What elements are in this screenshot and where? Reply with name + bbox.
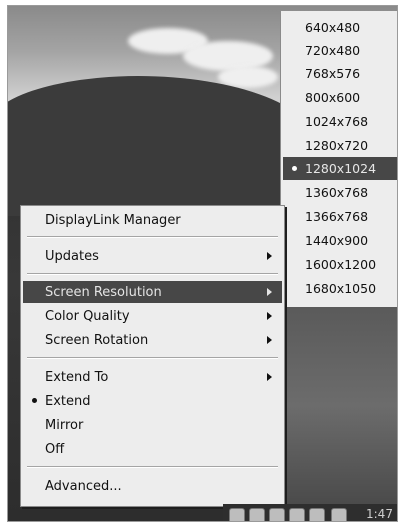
resolution-label: 1440x900 xyxy=(305,233,369,248)
menu-item-advanced[interactable]: Advanced... xyxy=(23,475,282,497)
menu-item-label: Off xyxy=(45,441,65,457)
tray-arrow-icon[interactable] xyxy=(229,508,245,521)
resolution-item[interactable]: 1680x1050 xyxy=(283,277,397,300)
menu-item-screen-resolution[interactable]: Screen Resolution xyxy=(23,281,282,303)
menu-item-label: Mirror xyxy=(45,417,84,433)
selected-bullet-icon xyxy=(292,166,297,171)
menu-item-mirror[interactable]: Mirror xyxy=(23,414,282,436)
resolution-label: 720x480 xyxy=(305,43,361,58)
submenu-arrow-icon xyxy=(267,373,272,381)
resolution-label: 1024x768 xyxy=(305,114,369,129)
system-tray: 1:47 P xyxy=(223,504,397,521)
resolution-item[interactable]: 1600x1200 xyxy=(283,253,397,276)
resolution-label: 1600x1200 xyxy=(305,257,377,272)
menu-item-displaylink-manager[interactable]: DisplayLink Manager xyxy=(23,209,282,231)
submenu-arrow-icon xyxy=(267,252,272,260)
tray-network-icon[interactable] xyxy=(249,508,265,521)
resolution-label: 1680x1050 xyxy=(305,281,377,296)
resolution-item[interactable]: 1024x768 xyxy=(283,110,397,133)
menu-item-label: Updates xyxy=(45,248,99,264)
menu-item-label: Screen Rotation xyxy=(45,332,149,348)
tray-security-icon[interactable] xyxy=(309,508,325,521)
menu-separator xyxy=(27,466,278,468)
wallpaper-ground-light xyxy=(277,306,397,506)
tray-volume-icon[interactable] xyxy=(331,508,347,521)
submenu-arrow-icon xyxy=(267,288,272,296)
taskbar-clock[interactable]: 1:47 P xyxy=(366,507,397,521)
menu-item-label: Extend xyxy=(45,393,91,409)
resolution-item[interactable]: 640x480 xyxy=(283,16,397,39)
menu-item-screen-rotation[interactable]: Screen Rotation xyxy=(23,329,282,351)
submenu-arrow-icon xyxy=(267,312,272,320)
resolution-label: 1366x768 xyxy=(305,209,369,224)
menu-separator xyxy=(27,236,278,238)
screen-resolution-submenu: 640x480 720x480 768x576 800x600 1024x768… xyxy=(280,11,397,307)
menu-item-label: Advanced... xyxy=(45,478,122,494)
tray-monitor-icon[interactable] xyxy=(289,508,305,521)
screenshot-frame: 640x480 720x480 768x576 800x600 1024x768… xyxy=(7,5,398,522)
menu-item-label: DisplayLink Manager xyxy=(45,212,181,228)
resolution-label: 640x480 xyxy=(305,20,361,35)
displaylink-context-menu: DisplayLink Manager Updates Screen Resol… xyxy=(20,205,285,507)
menu-separator xyxy=(27,357,278,359)
resolution-item-selected[interactable]: 1280x1024 xyxy=(283,157,397,180)
menu-item-label: Screen Resolution xyxy=(45,284,162,300)
resolution-label: 768x576 xyxy=(305,66,361,81)
resolution-item[interactable]: 800x600 xyxy=(283,86,397,109)
submenu-arrow-icon xyxy=(267,336,272,344)
menu-item-off[interactable]: Off xyxy=(23,438,282,460)
menu-item-color-quality[interactable]: Color Quality xyxy=(23,305,282,327)
menu-item-label: Extend To xyxy=(45,369,109,385)
menu-item-label: Color Quality xyxy=(45,308,130,324)
resolution-label: 1360x768 xyxy=(305,185,369,200)
resolution-item[interactable]: 768x576 xyxy=(283,62,397,85)
resolution-item[interactable]: 1280x720 xyxy=(283,134,397,157)
tray-displaylink-icon[interactable] xyxy=(269,508,285,521)
resolution-label: 1280x720 xyxy=(305,138,369,153)
menu-separator xyxy=(27,273,278,275)
resolution-label: 1280x1024 xyxy=(305,161,377,176)
resolution-item[interactable]: 720x480 xyxy=(283,39,397,62)
checked-bullet-icon xyxy=(32,398,37,403)
resolution-item[interactable]: 1366x768 xyxy=(283,205,397,228)
menu-item-extend[interactable]: Extend xyxy=(23,390,282,412)
resolution-item[interactable]: 1360x768 xyxy=(283,181,397,204)
menu-item-updates[interactable]: Updates xyxy=(23,245,282,267)
resolution-item[interactable]: 1440x900 xyxy=(283,229,397,252)
resolution-label: 800x600 xyxy=(305,90,361,105)
menu-item-extend-to[interactable]: Extend To xyxy=(23,366,282,388)
